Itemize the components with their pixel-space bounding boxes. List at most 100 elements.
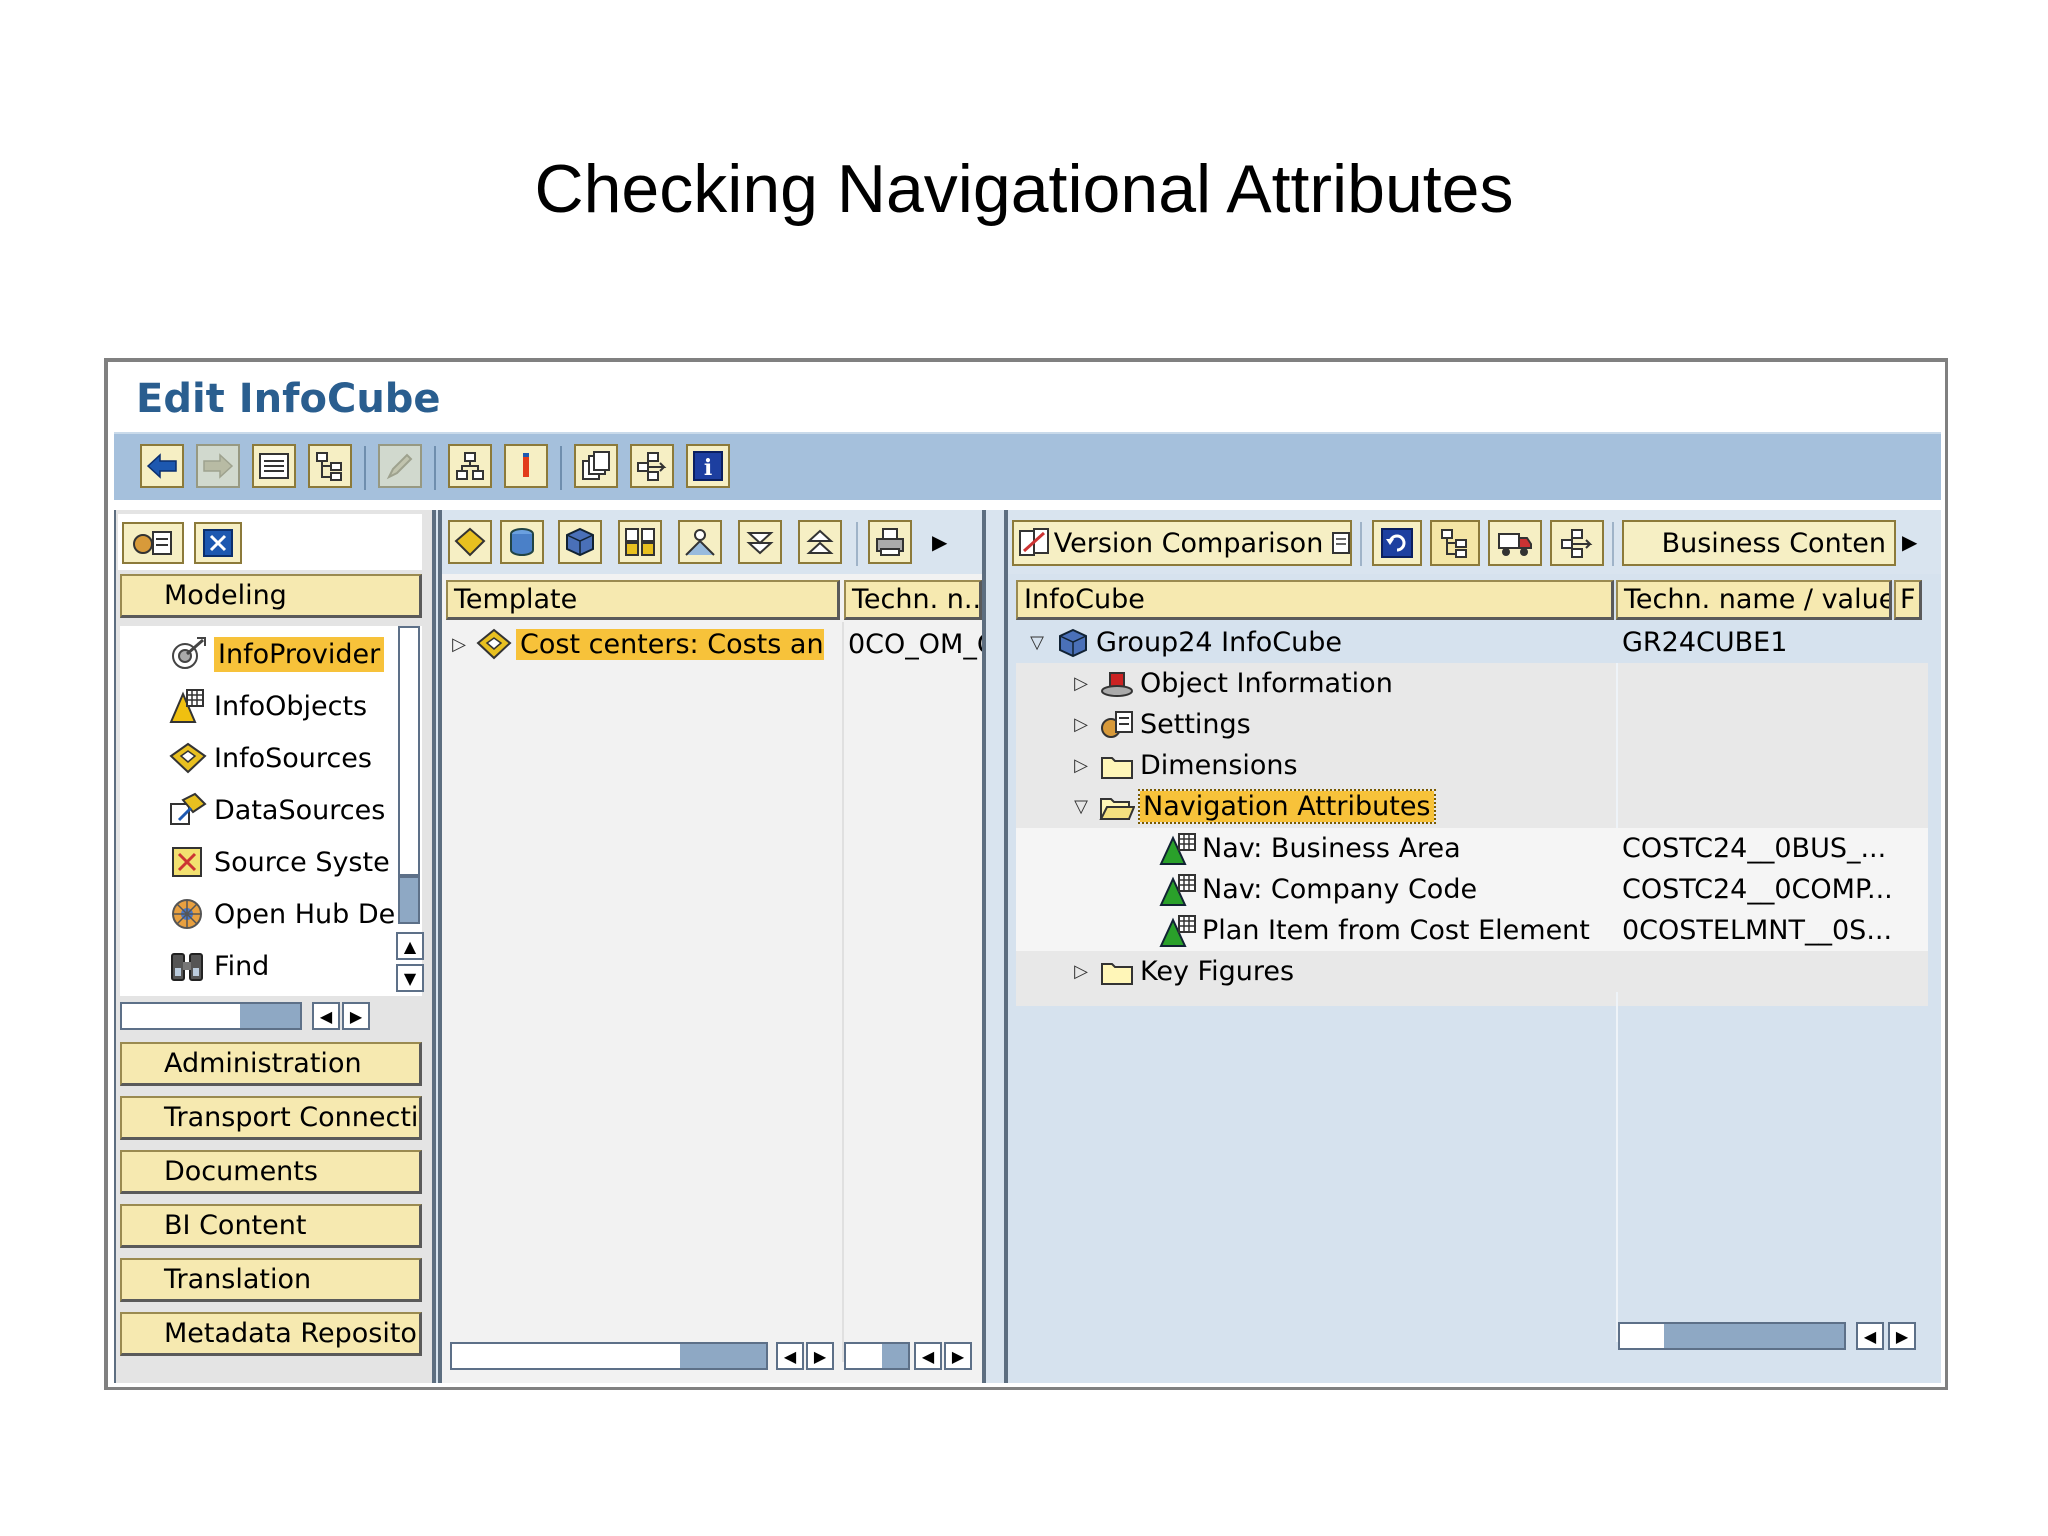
change-button[interactable] [378,444,422,488]
infosource-tool-button[interactable] [448,520,492,564]
section-modeling[interactable]: Modeling [120,574,422,618]
section-bi-content[interactable]: BI Content [120,1204,422,1248]
refresh-icon [1381,528,1413,558]
expand-triangle-icon[interactable]: ▷ [1068,753,1094,779]
expand-triangle-icon[interactable]: ▷ [1068,959,1094,985]
tree-row-object-information[interactable]: ▷ Object Information [1016,663,1928,704]
nav-list-horizontal-scrollbar[interactable] [120,1002,302,1030]
collapse-triangle-icon[interactable]: ▽ [1024,630,1050,656]
scroll-right-button[interactable]: ▶ [342,1002,370,1030]
scroll-right-button[interactable]: ▶ [944,1342,972,1370]
ods-tool-button[interactable] [500,520,544,564]
svg-text:i: i [704,455,712,481]
print-tool-button[interactable] [868,520,912,564]
display-options-button[interactable] [122,522,184,564]
infoset-tool-button[interactable] [678,520,722,564]
tree-row-nav-business-area[interactable]: Nav: Business Area COSTC24__0BUS_... [1016,828,1928,869]
scroll-thumb[interactable] [398,876,420,924]
expand-triangle-icon[interactable]: ▷ [1068,712,1094,738]
expand-triangle-icon[interactable]: ▷ [446,631,472,657]
scroll-right-button[interactable]: ▶ [806,1342,834,1370]
tree-row-nav-company-code[interactable]: Nav: Company Code COSTC24__0COMP... [1016,869,1928,910]
info-flag-button[interactable] [504,444,548,488]
tree-node-label: Navigation Attributes [1138,789,1436,824]
copy-button[interactable] [574,444,618,488]
tree-row-plan-item[interactable]: Plan Item from Cost Element 0COSTELMNT__… [1016,910,1928,951]
tree-row[interactable]: ▷ Cost centers: Costs and 0CO_OM_C [446,624,982,664]
section-translation[interactable]: Translation [120,1258,422,1302]
scroll-up-button[interactable]: ▲ [396,932,424,960]
section-administration[interactable]: Administration [120,1042,422,1086]
transport-button[interactable] [1488,520,1542,566]
truck-icon [1498,533,1532,556]
nav-item-datasources[interactable]: DataSources [120,790,385,830]
section-transport-connection[interactable]: Transport Connectio [120,1096,422,1140]
nav-list-vertical-scrollbar[interactable]: ▲ ▼ [396,626,424,996]
multiprovider-tool-button[interactable] [618,520,662,564]
values-horizontal-scrollbar[interactable] [1618,1322,1846,1350]
nav-item-infoobjects[interactable]: InfoObjects [120,686,367,726]
version-comparison-button[interactable]: Version Comparison [1012,520,1352,566]
close-panel-button[interactable] [194,522,242,564]
forward-button[interactable] [196,444,240,488]
hierarchy-button[interactable] [308,444,352,488]
arrow-up-icon: ▲ [403,936,417,956]
collapse-tool-button[interactable] [798,520,842,564]
tree-row-dimensions[interactable]: ▷ Dimensions [1016,745,1928,786]
tree-structure-button[interactable] [1430,520,1480,566]
back-button[interactable] [140,444,184,488]
techn-horizontal-scrollbar[interactable] [844,1342,910,1370]
workbench-content: Modeling InfoProvider InfoObjects InfoSo… [114,510,1941,1383]
scroll-left-button[interactable]: ◀ [776,1342,804,1370]
expand-tool-button[interactable] [738,520,782,564]
scroll-left-button[interactable]: ◀ [312,1002,340,1030]
tree-row-navigation-attributes[interactable]: ▽ Navigation Attributes [1016,786,1928,827]
column-header-infocube[interactable]: InfoCube [1016,580,1614,620]
section-metadata-repository[interactable]: Metadata Repository [120,1312,422,1356]
tree-node-value: COSTC24__0BUS_... [1622,833,1887,864]
section-documents[interactable]: Documents [120,1150,422,1194]
scroll-down-button[interactable]: ▼ [396,964,424,992]
business-content-button[interactable]: Business Conten [1622,520,1896,566]
list-view-button[interactable] [252,444,296,488]
refresh-button[interactable] [1372,520,1422,566]
slide-title: Checking Navigational Attributes [534,151,1514,227]
network-icon [637,452,667,481]
tree-row-settings[interactable]: ▷ Settings [1016,704,1928,745]
structure-button[interactable] [448,444,492,488]
tree-node-value [1616,786,1926,827]
nav-item-find[interactable]: Find [120,946,269,986]
infocube-toolbar: Version Comparison Business Conten ▶ [1008,510,1941,574]
nav-item-open-hub[interactable]: Open Hub De [120,894,395,934]
information-button[interactable]: i [686,444,730,488]
column-header-f[interactable]: F [1894,580,1922,620]
network-button[interactable] [630,444,674,488]
toolbar-more-icon[interactable]: ▶ [932,530,947,554]
arrow-left-icon: ◀ [921,1346,935,1366]
column-header-techn-value[interactable]: Techn. name / value [1616,580,1892,620]
collapse-up-icon [806,529,834,554]
column-header-techn-name[interactable]: Techn. n... [844,580,982,620]
toolbar-more-icon[interactable]: ▶ [1902,530,1917,554]
expand-triangle-icon[interactable]: ▷ [1068,671,1094,697]
scroll-left-button[interactable]: ◀ [914,1342,942,1370]
expand-down-icon [746,532,774,555]
column-header-template[interactable]: Template [446,580,840,620]
collapse-triangle-icon[interactable]: ▽ [1068,794,1094,820]
scroll-left-button[interactable]: ◀ [1856,1322,1884,1350]
tree-row-key-figures[interactable]: ▷ Key Figures [1016,951,1928,992]
tree-row-infocube-root[interactable]: ▽ Group24 InfoCube GR24CUBE1 [1016,622,1928,663]
nav-item-infosources[interactable]: InfoSources [120,738,372,778]
network-button[interactable] [1550,520,1604,566]
template-label: Cost centers: Costs and [516,628,824,660]
infocube-tool-button[interactable] [558,520,602,564]
scroll-right-button[interactable]: ▶ [1888,1322,1916,1350]
template-tech-name: 0CO_OM_C [848,628,982,660]
multiprovider-icon [625,528,655,556]
infosource-icon [454,527,486,557]
template-horizontal-scrollbar[interactable] [450,1342,768,1370]
version-compare-icon [1019,528,1049,556]
nav-item-infoprovider[interactable]: InfoProvider [120,634,385,674]
nav-item-source-systems[interactable]: Source Syste [120,842,390,882]
printer-icon [876,528,904,556]
